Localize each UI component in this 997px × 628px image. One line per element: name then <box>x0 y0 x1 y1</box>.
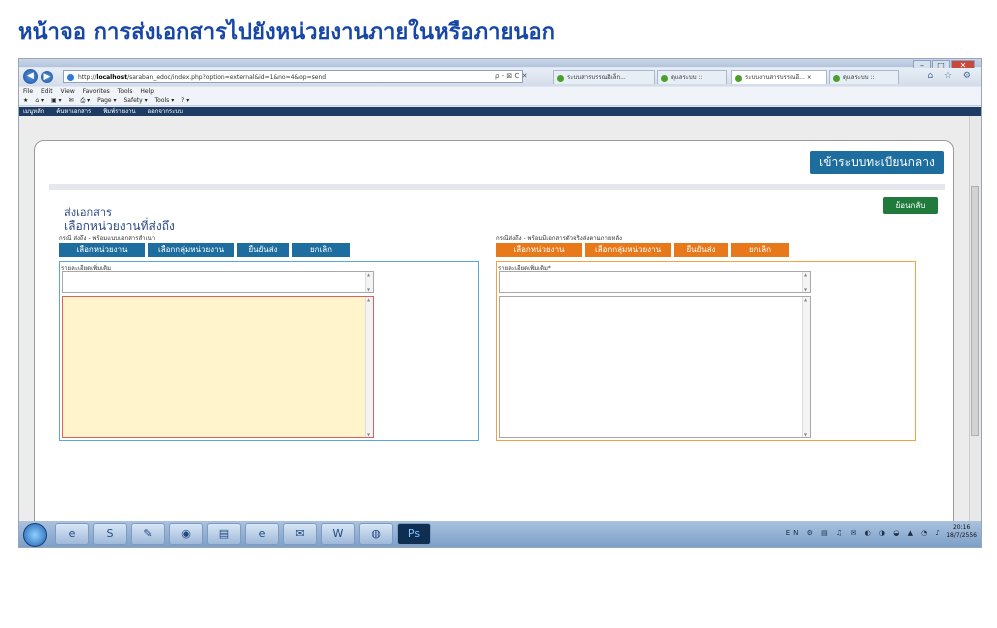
browser-tab[interactable]: ดุแลระบบ :: <box>657 70 727 84</box>
tab-icon <box>661 75 668 82</box>
clock[interactable]: 20:16 18/7/2556 <box>946 524 977 540</box>
command-bar: ★ ⌂ ▾ ▣ ▾ ✉ ⎙ ▾ Page ▾ Safety ▾ Tools ▾ … <box>19 96 981 106</box>
ie-page-icon <box>67 74 74 81</box>
scrollbar-thumb[interactable] <box>971 186 979 436</box>
skype-taskbar-icon[interactable]: S <box>93 523 127 545</box>
url-host: localhost <box>96 74 128 81</box>
menu-view[interactable]: View <box>61 88 75 95</box>
tab-label: ระบบงานสารบรรณอี... × <box>745 74 812 81</box>
right-button-row: เลือกหน่วยงาน เลือกกลุ่มหน่วยงาน ยืนยันส… <box>496 243 789 257</box>
help-icon[interactable]: ? ▾ <box>181 97 189 104</box>
chrome-taskbar-icon[interactable]: ◉ <box>169 523 203 545</box>
select-unit-button[interactable]: เลือกหน่วยงาน <box>496 243 582 257</box>
nav-main-menu[interactable]: เมนูหลัก <box>23 108 44 115</box>
clock-time: 20:16 <box>952 524 971 531</box>
system-tray[interactable]: EN ⚙ ▤ ♫ ✉ ◐ ◑ ◒ ▲ ◔ ♪ <box>786 529 943 537</box>
cmd-tools[interactable]: Tools ▾ <box>155 97 175 104</box>
address-tools[interactable]: ρ - ⊠ C ✕ <box>495 72 528 80</box>
menu-edit[interactable]: Edit <box>41 88 53 95</box>
ie-taskbar-icon[interactable]: e <box>55 523 89 545</box>
url-path: /saraban_edoc/index.php?option=external&… <box>127 74 327 81</box>
select-unit-button[interactable]: เลือกหน่วยงาน <box>59 243 145 257</box>
cancel-button[interactable]: ยกเลิก <box>292 243 350 257</box>
main-card: เข้าระบบทะเบียนกลาง ส่งเอกสาร เลือกหน่วย… <box>34 140 954 532</box>
feeds-icon[interactable]: ▣ ▾ <box>51 97 62 104</box>
scrollbar[interactable] <box>802 297 810 437</box>
lang-indicator[interactable]: EN <box>786 529 802 537</box>
browser-menubar: File Edit View Favorites Tools Help <box>19 87 981 96</box>
cmd-page[interactable]: Page ▾ <box>97 97 116 104</box>
mail-icon[interactable]: ✉ <box>68 97 73 104</box>
confirm-send-button[interactable]: ยืนยันส่ง <box>237 243 289 257</box>
paint-taskbar-icon[interactable]: ✎ <box>131 523 165 545</box>
start-orb-icon[interactable] <box>23 523 47 547</box>
right-caption: กรณีส่งถึง - พร้อมมีเอกสารตัวจริงส่งตามภ… <box>496 235 622 242</box>
site-navbar: เมนูหลัก ค้นหาเอกสาร พิมพ์รายงาน ออกจากร… <box>19 107 981 116</box>
browser-screenshot: – □ ✕ ◀ ▶ http://localhost/saraban_edoc/… <box>18 58 982 548</box>
page-scrollbar[interactable] <box>969 116 981 521</box>
ie2-taskbar-icon[interactable]: e <box>245 523 279 545</box>
tab-label: ดุแลระบบ :: <box>843 74 875 81</box>
url-prefix: http:// <box>78 74 97 81</box>
folder-taskbar-icon[interactable]: ▤ <box>207 523 241 545</box>
left-button-row: เลือกหน่วยงาน เลือกกลุ่มหน่วยงาน ยืนยันส… <box>59 243 350 257</box>
clock-date: 18/7/2556 <box>946 532 977 539</box>
nav-search-docs[interactable]: ค้นหาเอกสาร <box>56 108 91 115</box>
scrollbar[interactable] <box>365 272 373 292</box>
page-content: เข้าระบบทะเบียนกลาง ส่งเอกสาร เลือกหน่วย… <box>19 116 970 532</box>
select-unit-group-button[interactable]: เลือกกลุ่มหน่วยงาน <box>148 243 234 257</box>
left-panel: รายละเอียดเพิ่มเติม <box>59 261 479 441</box>
register-central-button[interactable]: เข้าระบบทะเบียนกลาง <box>810 151 944 174</box>
right-panel: รายละเอียดเพิ่มเติม* <box>496 261 916 441</box>
photoshop-taskbar-icon[interactable]: Ps <box>397 523 431 545</box>
home-favorites-settings-icons[interactable]: ⌂ ☆ ⚙ <box>927 71 975 81</box>
back-arrow-icon[interactable]: ◀ <box>23 69 38 84</box>
scrollbar[interactable] <box>802 272 810 292</box>
taskbar: e S ✎ ◉ ▤ e ✉ W ◍ Ps EN ⚙ ▤ ♫ ✉ ◐ ◑ ◒ ▲ … <box>19 521 981 547</box>
scrollbar[interactable] <box>365 297 373 437</box>
menu-favorites[interactable]: Favorites <box>83 88 110 95</box>
confirm-send-button[interactable]: ยืนยันส่ง <box>674 243 728 257</box>
tab-icon <box>833 75 840 82</box>
home-icon[interactable]: ⌂ ▾ <box>35 97 44 104</box>
unit-list-textarea[interactable] <box>499 296 811 438</box>
back-button[interactable]: ย้อนกลับ <box>883 197 938 214</box>
forward-arrow-icon[interactable]: ▶ <box>41 71 53 83</box>
menu-file[interactable]: File <box>23 88 33 95</box>
notepad-taskbar-icon[interactable]: ✉ <box>283 523 317 545</box>
cancel-button[interactable]: ยกเลิก <box>731 243 789 257</box>
tab-icon <box>557 75 564 82</box>
browser-tab[interactable]: ดุแลระบบ :: <box>829 70 899 84</box>
nav-logout[interactable]: ออกจากระบบ <box>148 108 183 115</box>
favorites-bar-icon[interactable]: ★ <box>23 97 28 104</box>
detail-textarea[interactable] <box>62 271 374 293</box>
menu-help[interactable]: Help <box>140 88 154 95</box>
word-taskbar-icon[interactable]: W <box>321 523 355 545</box>
address-bar[interactable]: http://localhost/saraban_edoc/index.php?… <box>63 70 523 83</box>
browser-navbar: ◀ ▶ http://localhost/saraban_edoc/index.… <box>19 68 981 86</box>
menu-tools[interactable]: Tools <box>118 88 133 95</box>
firefox-taskbar-icon[interactable]: ◍ <box>359 523 393 545</box>
detail-textarea[interactable] <box>499 271 811 293</box>
print-icon[interactable]: ⎙ ▾ <box>80 97 90 104</box>
left-caption: กรณี ส่งถึง - พร้อมแนบเอกสารสำเนา <box>59 235 156 242</box>
browser-tab[interactable]: ระบบสารบรรณอิเล็ก... <box>553 70 655 84</box>
unit-list-textarea[interactable] <box>62 296 374 438</box>
nav-print-report[interactable]: พิมพ์รายงาน <box>103 108 135 115</box>
select-unit-group-button[interactable]: เลือกกลุ่มหน่วยงาน <box>585 243 671 257</box>
cmd-safety[interactable]: Safety ▾ <box>123 97 147 104</box>
tab-label: ระบบสารบรรณอิเล็ก... <box>567 74 626 81</box>
window-titlebar: – □ ✕ <box>19 59 981 71</box>
browser-tab-active[interactable]: ระบบงานสารบรรณอี... × <box>731 70 827 84</box>
divider-band <box>49 184 945 190</box>
page-heading: หน้าจอ การส่งเอกสารไปยังหน่วยงานภายในหรื… <box>18 19 555 45</box>
tab-label: ดุแลระบบ :: <box>671 74 703 81</box>
tab-icon <box>735 75 742 82</box>
